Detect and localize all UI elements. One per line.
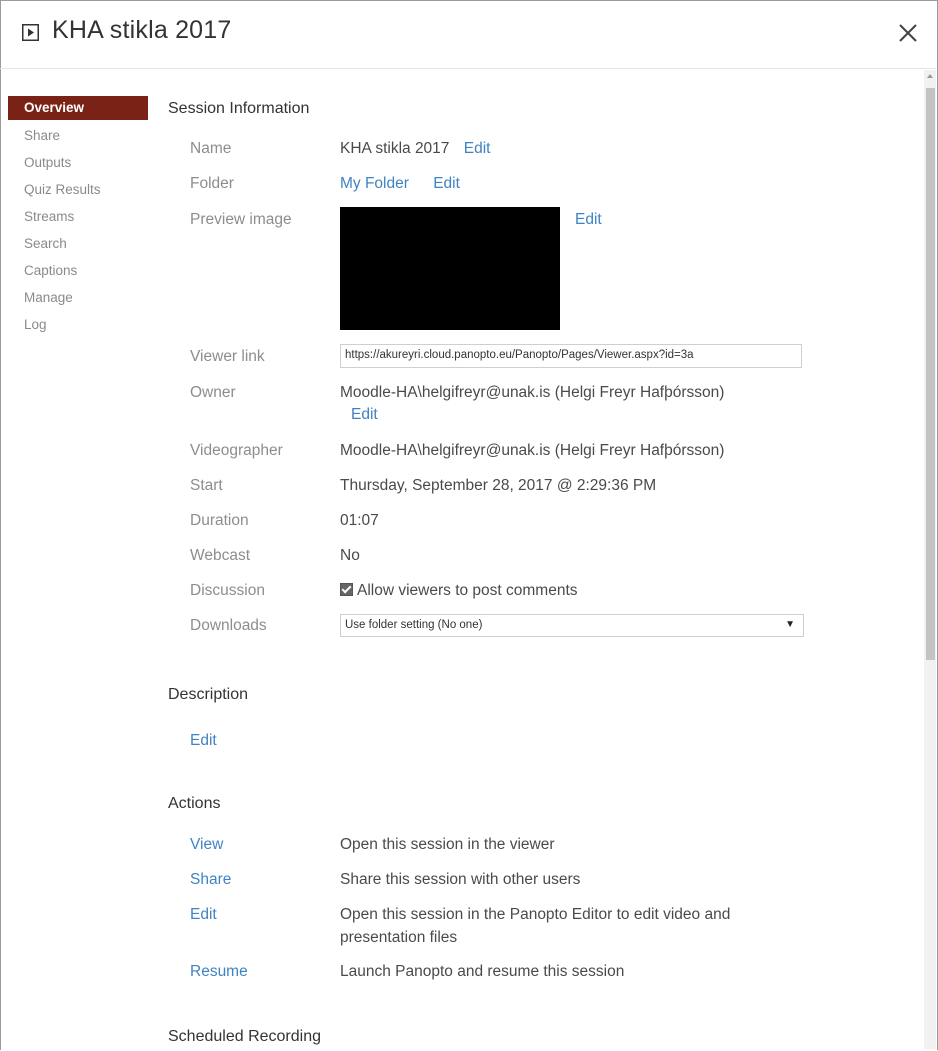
- preview-image: [340, 207, 560, 330]
- owner-label: Owner: [190, 384, 236, 401]
- duration-value: 01:07: [340, 512, 379, 529]
- play-box-icon: [22, 24, 39, 41]
- start-label: Start: [190, 477, 223, 494]
- duration-label: Duration: [190, 512, 249, 529]
- discussion-label: Discussion: [190, 582, 265, 599]
- webcast-value: No: [340, 547, 360, 564]
- discussion-row: Allow viewers to post comments: [340, 582, 578, 600]
- session-information-heading: Session Information: [168, 100, 310, 117]
- action-edit-link[interactable]: Edit: [190, 906, 217, 924]
- close-icon[interactable]: [897, 22, 919, 44]
- scroll-up-arrow-icon[interactable]: [927, 74, 933, 78]
- actions-heading: Actions: [168, 795, 221, 812]
- sidebar-item-search[interactable]: Search: [8, 230, 148, 257]
- name-row: KHA stikla 2017 Edit: [340, 140, 490, 158]
- dropdown-arrow-icon: ▼: [785, 619, 795, 630]
- sidebar-item-log[interactable]: Log: [8, 311, 148, 338]
- name-value: KHA stikla 2017: [340, 140, 450, 157]
- sidebar-item-share[interactable]: Share: [8, 122, 148, 149]
- sidebar-item-overview[interactable]: Overview: [8, 96, 148, 120]
- owner-edit-link[interactable]: Edit: [351, 406, 378, 424]
- action-share-link[interactable]: Share: [190, 871, 231, 889]
- downloads-label: Downloads: [190, 617, 267, 634]
- sidebar-item-outputs[interactable]: Outputs: [8, 149, 148, 176]
- sidebar-item-quiz-results[interactable]: Quiz Results: [8, 176, 148, 203]
- action-resume-text: Launch Panopto and resume this session: [340, 963, 625, 980]
- action-view-link[interactable]: View: [190, 836, 223, 854]
- name-edit-link[interactable]: Edit: [464, 140, 491, 157]
- discussion-checkbox-label: Allow viewers to post comments: [357, 582, 578, 599]
- description-heading: Description: [168, 686, 249, 703]
- action-edit-text: Open this session in the Panopto Editor …: [340, 906, 731, 923]
- webcast-label: Webcast: [190, 547, 251, 564]
- dialog-header: KHA stikla 2017: [0, 0, 936, 69]
- folder-label: Folder: [190, 175, 234, 192]
- folder-edit-link[interactable]: Edit: [433, 175, 460, 192]
- preview-edit-link[interactable]: Edit: [575, 211, 602, 229]
- sidebar-nav: Overview Share Outputs Quiz Results Stre…: [8, 96, 148, 338]
- action-edit-text-cont: presentation files: [340, 929, 458, 946]
- downloads-selected-value: Use folder setting (No one): [345, 619, 483, 631]
- preview-image-label: Preview image: [190, 211, 292, 228]
- viewer-link-label: Viewer link: [190, 348, 265, 365]
- scrollbar-thumb[interactable]: [926, 88, 935, 660]
- description-edit-link[interactable]: Edit: [190, 732, 217, 750]
- videographer-value: Moodle-HA\helgifreyr@unak.is (Helgi Frey…: [340, 442, 725, 459]
- start-value: Thursday, September 28, 2017 @ 2:29:36 P…: [340, 477, 657, 494]
- owner-value: Moodle-HA\helgifreyr@unak.is (Helgi Frey…: [340, 384, 725, 401]
- name-label: Name: [190, 140, 232, 157]
- folder-link[interactable]: My Folder: [340, 175, 409, 192]
- videographer-label: Videographer: [190, 442, 283, 459]
- scheduled-recording-heading: Scheduled Recording: [168, 1028, 321, 1045]
- action-share-text: Share this session with other users: [340, 871, 581, 888]
- downloads-select[interactable]: Use folder setting (No one) ▼: [340, 614, 804, 637]
- dialog-title: KHA stikla 2017: [52, 16, 232, 44]
- sidebar-item-streams[interactable]: Streams: [8, 203, 148, 230]
- sidebar-item-captions[interactable]: Captions: [8, 257, 148, 284]
- action-resume-link[interactable]: Resume: [190, 963, 248, 981]
- folder-row: My Folder Edit: [340, 175, 460, 193]
- action-view-text: Open this session in the viewer: [340, 836, 555, 853]
- sidebar-item-manage[interactable]: Manage: [8, 284, 148, 311]
- viewer-link-field[interactable]: https://akureyri.cloud.panopto.eu/Panopt…: [340, 344, 802, 368]
- discussion-checkbox[interactable]: [340, 583, 353, 596]
